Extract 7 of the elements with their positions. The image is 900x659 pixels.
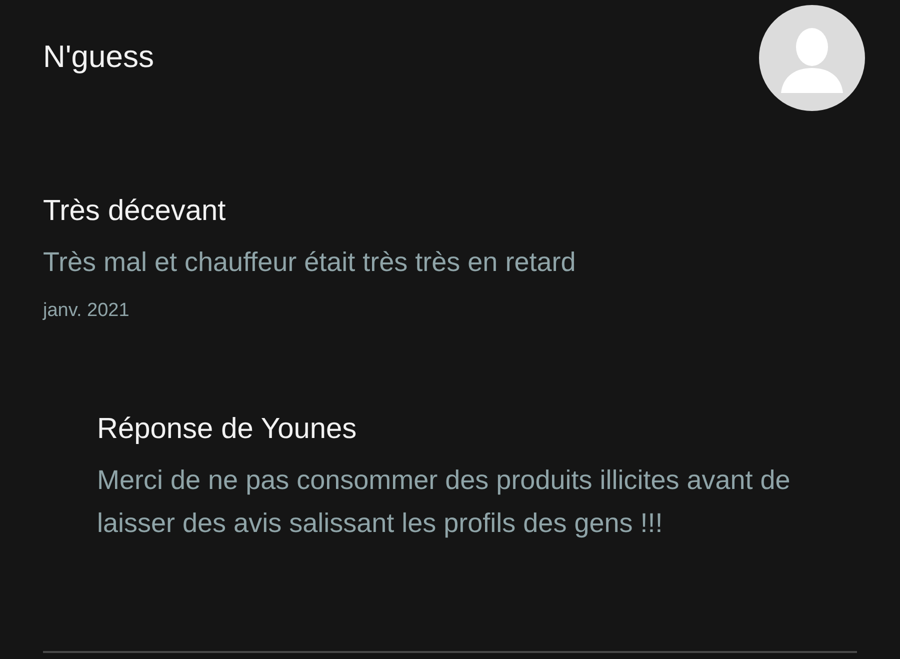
avatar-icon [759,5,865,111]
reply-title: Réponse de Younes [97,412,357,447]
review-date: janv. 2021 [43,299,130,323]
review-title: Très décevant [43,194,226,229]
author-name: N'guess [43,38,154,76]
reply-text: Merci de ne pas consommer des produits illicites avant de laisser des avis salissant les profils des gens !!! [97,464,792,540]
review-text: Très mal et chauffeur était très très en retard [43,246,576,279]
